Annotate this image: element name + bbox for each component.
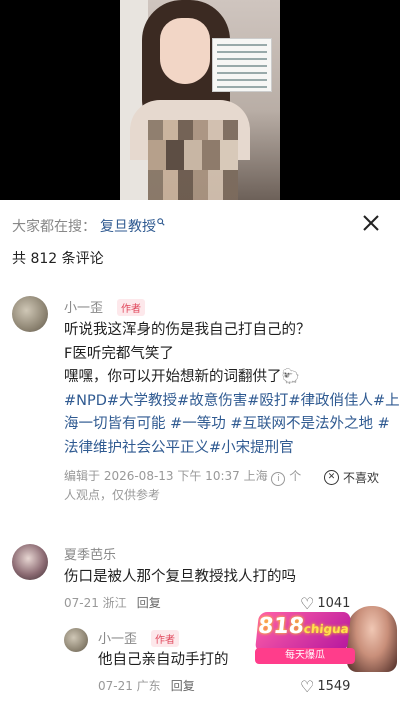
comments-count: 共 812 条评论 [12, 251, 104, 267]
dislike-label: 不喜欢 [343, 471, 380, 485]
close-icon[interactable] [360, 214, 382, 236]
search-keyword-link[interactable]: 复旦教授 [100, 216, 156, 236]
hashtag-line[interactable]: 海一切皆有可能 #一等功 #互联网不是法外之地 # [64, 413, 394, 437]
comment-meta: 07-21 广东 回复 [98, 677, 195, 696]
dislike-icon: ✕ [324, 470, 339, 485]
disclaimer-text: 人观点，仅供参考 [64, 488, 161, 502]
medical-document-image [212, 38, 272, 92]
search-icon [157, 217, 165, 229]
watermark-brand: 818chigua [254, 612, 352, 652]
search-suggestion[interactable]: 大家都在搜： 复旦教授 [12, 214, 388, 238]
video-player[interactable] [0, 0, 400, 200]
watermark-brand-number: 818 [256, 614, 306, 639]
like-count: 1549 [317, 679, 351, 694]
reply-button[interactable]: 回复 [171, 679, 195, 693]
video-frame [120, 0, 280, 200]
search-prefix: 大家都在搜： [12, 219, 96, 235]
dislike-button[interactable]: ✕ 不喜欢 [324, 469, 379, 486]
reply-button[interactable]: 回复 [137, 596, 161, 610]
comment-text: 伤口是被人那个复旦教授找人打的吗 [64, 569, 296, 585]
comment-username[interactable]: 夏季芭乐 [64, 544, 116, 563]
comment-meta: 编辑于 2026-08-13 下午 10:37 上海 i 个 人观点，仅供参考 [64, 467, 324, 505]
watermark-brand-sub: chigua [303, 622, 350, 636]
comment-text: 他自己亲自动手打的 [98, 652, 229, 668]
comment-meta: 07-21 浙江 回复 [64, 594, 161, 613]
hashtag-line[interactable]: #NPD#大学教授#故意伤害#殴打#律政俏佳人#上 [64, 390, 400, 414]
video-person-face [160, 18, 210, 84]
avatar[interactable] [12, 296, 48, 332]
mosaic-blur-strip [148, 140, 238, 170]
watermark-logo: 818chigua 每天爆瓜 [254, 604, 400, 674]
edit-timestamp: 编辑于 2026-08-13 下午 10:37 上海 [64, 469, 268, 483]
disclaimer-text: 个 [289, 469, 302, 483]
avatar[interactable] [64, 628, 88, 652]
hashtag-line[interactable]: 法律维护社会公平正义#小宋提刑官 [64, 437, 394, 461]
comment-date: 07-21 浙江 [64, 596, 127, 610]
author-badge: 作者 [117, 299, 145, 316]
watermark-slogan: 每天爆瓜 [255, 648, 355, 664]
author-badge: 作者 [151, 630, 179, 647]
info-icon[interactable]: i [271, 472, 286, 486]
comment-username[interactable]: 小一歪 [98, 628, 137, 647]
comment-text: 听说我这浑身的伤是我自己打自己的？ F医听完都气笑了 嘿嘿，你可以开始想新的词翻… [64, 319, 400, 461]
like-button[interactable]: ♡ 1549 [300, 677, 350, 696]
comment-line: F医听完都气笑了 [64, 345, 174, 362]
comment-date: 07-21 广东 [98, 679, 161, 693]
heart-icon: ♡ [300, 677, 315, 696]
comment-item: 小一歪 作者 听说我这浑身的伤是我自己打自己的？ F医听完都气笑了 嘿嘿，你可以… [0, 292, 400, 522]
avatar[interactable] [12, 544, 48, 580]
comment-username[interactable]: 小一歪 [64, 297, 103, 316]
comment-line: 嘿嘿，你可以开始想新的词翻供了🐑 [64, 369, 300, 385]
watermark-figure [347, 606, 397, 672]
comment-line: 听说我这浑身的伤是我自己打自己的？ [64, 322, 311, 338]
